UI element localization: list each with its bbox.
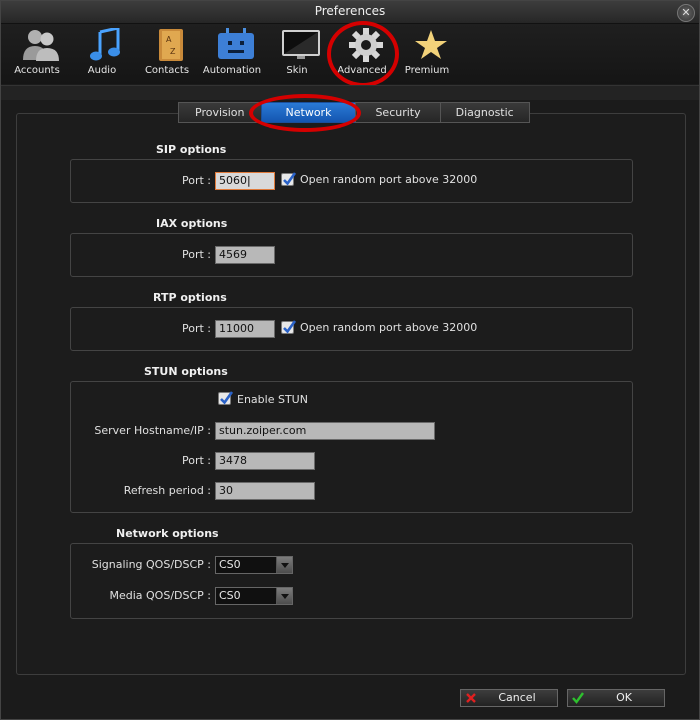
robot-icon — [218, 28, 254, 59]
rtp-options-title: RTP options — [153, 291, 227, 304]
toolbar-label: Skin — [286, 65, 308, 76]
star-icon — [415, 30, 447, 59]
sip-random-port-checkbox[interactable] — [281, 172, 297, 186]
signaling-qos-label: Signaling QOS/DSCP : — [91, 558, 211, 571]
stun-port-input[interactable]: 3478 — [215, 452, 315, 470]
stun-refresh-label: Refresh period : — [123, 484, 211, 497]
sip-port-input[interactable]: 5060| — [215, 172, 275, 190]
toolbar-label: Contacts — [144, 65, 190, 76]
cancel-x-icon — [466, 693, 476, 703]
media-qos-value: CS0 — [219, 589, 241, 602]
checkmark-icon — [283, 172, 297, 186]
rtp-port-input[interactable]: 11000 — [215, 320, 275, 338]
title-bar[interactable]: Preferences ✕ — [1, 1, 699, 24]
address-book-icon: A Z — [159, 29, 183, 61]
toolbar-item-advanced[interactable]: Advanced — [330, 24, 394, 84]
ok-button-label: OK — [616, 691, 632, 704]
stun-refresh-input[interactable]: 30 — [215, 482, 315, 500]
cancel-button-label: Cancel — [498, 691, 536, 704]
tab-diagnostic[interactable]: Diagnostic — [439, 102, 530, 123]
toolbar-separator — [1, 85, 699, 100]
toolbar-label: Premium — [404, 65, 450, 76]
checkmark-icon — [220, 391, 234, 405]
toolbar-item-audio[interactable]: Audio — [70, 24, 134, 84]
svg-text:A: A — [166, 35, 172, 44]
media-qos-label: Media QOS/DSCP : — [109, 589, 211, 602]
sip-port-value: 5060 — [219, 174, 247, 187]
rtp-port-label: Port : — [181, 322, 211, 335]
toolbar-item-premium[interactable]: Premium — [395, 24, 459, 84]
window-title: Preferences — [314, 4, 386, 18]
monitor-icon — [282, 30, 320, 59]
toolbar-label: Audio — [87, 65, 117, 76]
stun-options-title: STUN options — [144, 365, 228, 378]
signaling-qos-value: CS0 — [219, 558, 241, 571]
rtp-random-port-checkbox[interactable] — [281, 320, 297, 334]
iax-options-title: IAX options — [156, 217, 228, 230]
sip-random-port-label: Open random port above 32000 — [300, 173, 478, 186]
toolbar-item-accounts[interactable]: Accounts — [5, 24, 69, 84]
checkmark-icon — [283, 320, 297, 334]
close-icon: ✕ — [681, 6, 691, 19]
tab-security[interactable]: Security — [355, 102, 441, 123]
iax-port-label: Port : — [181, 248, 211, 261]
network-options-title: Network options — [116, 527, 219, 540]
tab-network[interactable]: Network — [260, 102, 357, 123]
rtp-random-port-label: Open random port above 32000 — [300, 321, 478, 334]
checkmark-icon — [572, 692, 584, 704]
gear-icon — [349, 28, 383, 62]
stun-host-label: Server Hostname/IP : — [94, 424, 211, 437]
preferences-toolbar: Accounts Audio A Z Contacts Automation S… — [1, 24, 699, 84]
settings-tabs: Provision Network Security Diagnostic — [178, 102, 530, 123]
tab-provision[interactable]: Provision — [178, 102, 262, 123]
network-options-group — [70, 543, 633, 619]
chevron-down-icon[interactable] — [276, 557, 292, 573]
toolbar-item-skin[interactable]: Skin — [265, 24, 329, 84]
sip-port-label: Port : — [181, 174, 211, 187]
close-button[interactable]: ✕ — [677, 4, 695, 22]
stun-port-label: Port : — [181, 454, 211, 467]
sip-options-title: SIP options — [156, 143, 227, 156]
toolbar-label: Advanced — [337, 65, 387, 76]
cancel-button[interactable]: Cancel — [460, 689, 558, 707]
media-qos-select[interactable]: CS0 — [215, 587, 293, 605]
enable-stun-label: Enable STUN — [237, 393, 308, 406]
chevron-down-icon[interactable] — [276, 588, 292, 604]
preferences-window: Preferences ✕ Accounts Audio A Z Contact… — [0, 0, 700, 720]
toolbar-item-automation[interactable]: Automation — [200, 24, 264, 84]
toolbar-label: Automation — [202, 65, 262, 76]
music-note-icon — [90, 28, 120, 61]
toolbar-label: Accounts — [14, 65, 60, 76]
svg-text:Z: Z — [170, 47, 176, 56]
iax-port-input[interactable]: 4569 — [215, 246, 275, 264]
enable-stun-checkbox[interactable] — [218, 391, 234, 405]
toolbar-item-contacts[interactable]: A Z Contacts — [135, 24, 199, 84]
stun-host-input[interactable]: stun.zoiper.com — [215, 422, 435, 440]
ok-button[interactable]: OK — [567, 689, 665, 707]
signaling-qos-select[interactable]: CS0 — [215, 556, 293, 574]
accounts-icon — [23, 30, 59, 61]
